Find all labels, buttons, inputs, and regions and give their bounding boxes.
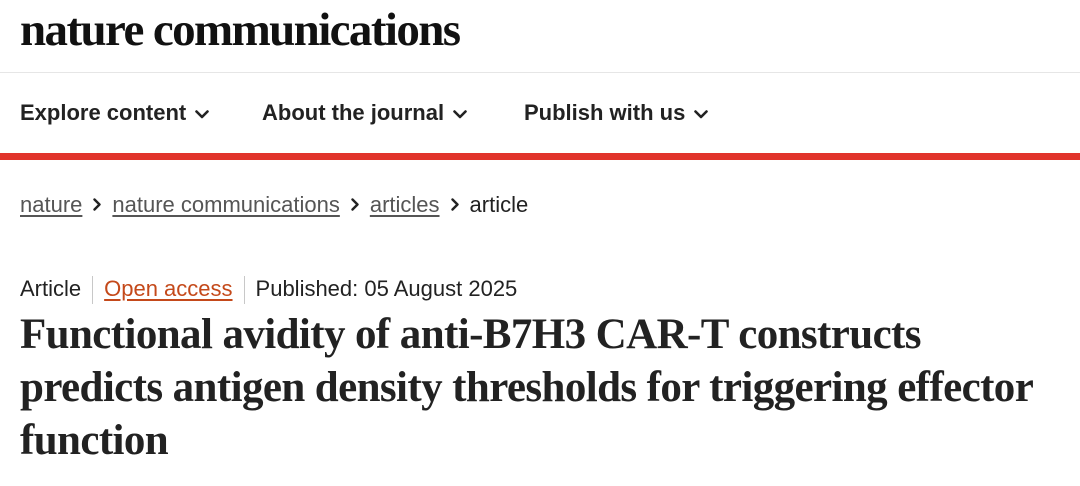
chevron-down-icon: [195, 98, 210, 126]
accent-bar: [0, 153, 1080, 160]
nav-explore-content[interactable]: Explore content: [20, 98, 210, 128]
nav-publish-with-us[interactable]: Publish with us: [524, 98, 709, 128]
chevron-down-icon: [694, 98, 709, 126]
breadcrumb-link-nature[interactable]: nature: [20, 192, 82, 217]
nav-item-label: Publish with us: [524, 100, 686, 125]
chevron-right-icon: [351, 190, 359, 218]
breadcrumb-current: article: [469, 192, 529, 217]
site-header: nature communications: [0, 0, 1080, 72]
breadcrumb-link-articles[interactable]: articles: [370, 192, 440, 217]
nav-about-journal[interactable]: About the journal: [262, 99, 467, 128]
article-title: Functional avidity of anti-B7H3 CAR-T co…: [20, 311, 1033, 464]
open-access-link[interactable]: Open access: [104, 276, 232, 301]
article-type: Article: [20, 276, 82, 301]
chevron-right-icon: [93, 190, 102, 218]
article-meta: Article Open access Published: 05 August 2…: [20, 275, 518, 305]
chevron-right-icon: [450, 190, 459, 218]
main-nav: Explore content About the journal Publis…: [0, 73, 1080, 153]
meta-divider: [243, 276, 245, 305]
meta-divider: [92, 276, 94, 305]
site-logo[interactable]: nature communications: [20, 2, 461, 58]
chevron-down-icon: [453, 98, 467, 126]
published-date: Published: 05 August 2025: [255, 276, 518, 301]
breadcrumb: nature nature communications articles artic…: [20, 191, 528, 220]
breadcrumb-link-nature-communications[interactable]: nature communications: [112, 192, 339, 217]
nav-item-label: Explore content: [20, 100, 187, 125]
nav-item-label: About the journal: [262, 100, 445, 125]
